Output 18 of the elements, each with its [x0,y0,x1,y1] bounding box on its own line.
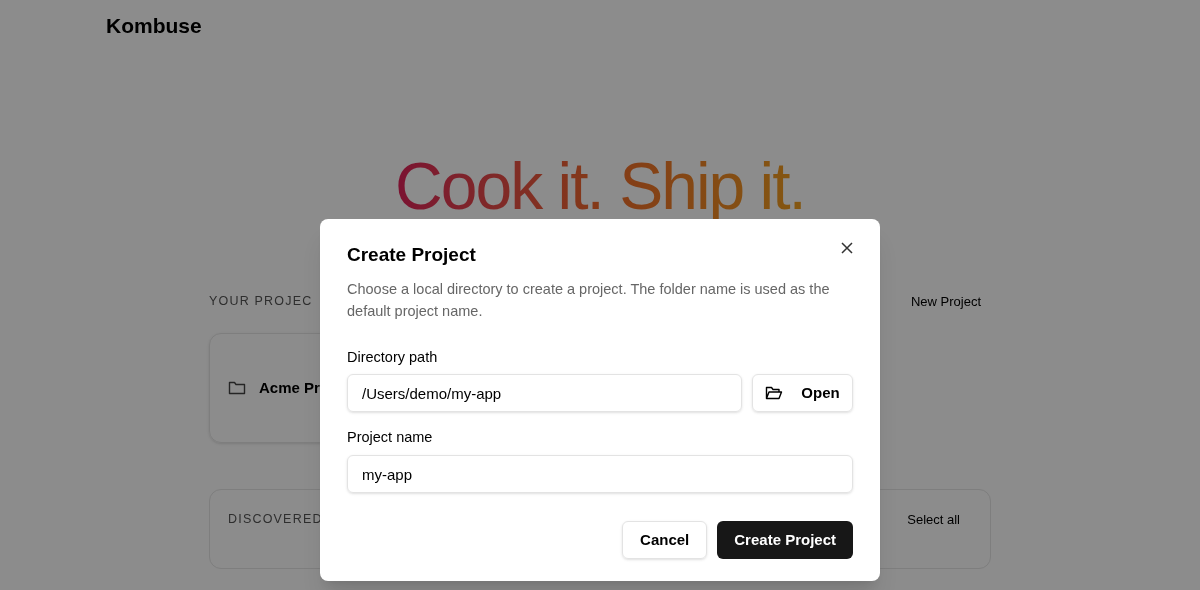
field-label: Project name [347,428,434,448]
new-project-button[interactable]: New Project [910,291,981,311]
folder-icon [765,385,784,402]
section-heading: DISCOVERED [228,511,323,528]
folder-icon [228,380,246,396]
create-project-button[interactable]: Create Project [717,521,853,559]
app-logo: Kombuse [106,14,202,37]
dialog-title: Create Project [347,243,476,267]
dialog-description: Choose a local directory to create a project. The folder name is used as the default project name. [347,279,831,321]
field-label: Directory path [347,347,439,367]
project-name: Acme Pr [259,377,320,398]
cancel-button[interactable]: Cancel [622,521,708,559]
project-name-field[interactable]: my-app [347,455,853,493]
directory-path-field[interactable]: /Users/demo/my-app [347,374,742,413]
select-all-button[interactable]: Select all [907,510,960,530]
open-button[interactable]: Open [752,374,853,413]
section-heading: YOUR PROJEC [209,292,313,310]
close-icon[interactable] [841,242,853,254]
